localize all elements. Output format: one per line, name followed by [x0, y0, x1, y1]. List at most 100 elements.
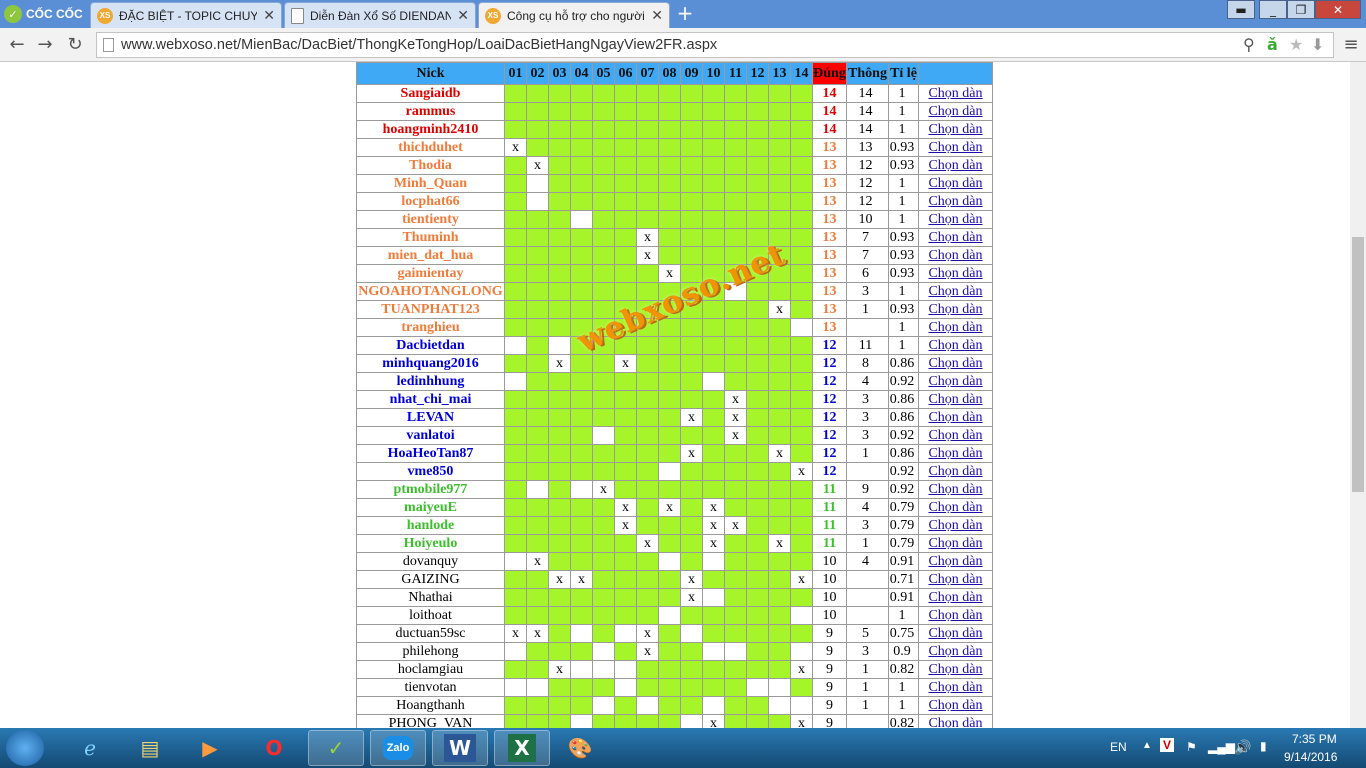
hit-cell — [614, 696, 637, 715]
vertical-scrollbar[interactable] — [1350, 62, 1366, 728]
chon-dan-link[interactable]: Chọn dàn — [918, 390, 993, 409]
table-row: nhat_chi_mai x 12 3 0.86 Chọn dàn — [356, 390, 993, 409]
reload-button[interactable]: ↻ — [64, 34, 86, 56]
new-tab-button[interactable]: + — [676, 3, 694, 23]
address-bar[interactable]: www.webxoso.net/MienBac/DacBiet/ThongKeT… — [96, 32, 1334, 58]
chon-dan-link[interactable]: Chọn dàn — [918, 210, 993, 229]
chon-dan-link[interactable]: Chọn dàn — [918, 228, 993, 247]
signal-icon[interactable]: ▂▄▆ — [1208, 740, 1235, 754]
chon-dan-link[interactable]: Chọn dàn — [918, 102, 993, 121]
chon-dan-link[interactable]: Chọn dàn — [918, 354, 993, 373]
start-button[interactable] — [6, 730, 44, 766]
table-row: tranghieu 13 1 Chọn dàn — [356, 318, 993, 337]
chon-dan-link[interactable]: Chọn dàn — [918, 282, 993, 301]
forward-button[interactable]: → — [34, 34, 56, 56]
chon-dan-link[interactable]: Chọn dàn — [918, 624, 993, 643]
ie-icon[interactable]: ℯ — [62, 730, 118, 766]
chon-dan-link[interactable]: Chọn dàn — [918, 534, 993, 553]
chon-dan-link[interactable]: Chọn dàn — [918, 300, 993, 319]
battery-icon[interactable]: ▮ — [1260, 739, 1267, 753]
chon-dan-link[interactable]: Chọn dàn — [918, 570, 993, 589]
chon-dan-link[interactable]: Chọn dàn — [918, 696, 993, 715]
minimize-button[interactable]: _ — [1259, 0, 1287, 19]
hit-cell — [592, 624, 615, 643]
menu-icon[interactable]: ≡ — [1340, 34, 1362, 56]
hit-cell — [702, 678, 725, 697]
chon-dan-link[interactable]: Chọn dàn — [918, 714, 993, 728]
chon-dan-link[interactable]: Chọn dàn — [918, 408, 993, 427]
chon-dan-link[interactable]: Chọn dàn — [918, 120, 993, 139]
nick-cell: tienvotan — [356, 678, 505, 697]
chon-dan-link[interactable]: Chọn dàn — [918, 426, 993, 445]
tab-dac-biet[interactable]: XS ĐẶC BIỆT - TOPIC CHUYÊN ✕ — [90, 2, 282, 28]
chon-dan-link[interactable]: Chọn dàn — [918, 498, 993, 517]
file-explorer-icon[interactable]: ▤ — [122, 730, 178, 766]
antivirus-icon[interactable]: V — [1160, 738, 1175, 752]
coccoc-logo[interactable]: ✓ CỐC CỐC — [0, 0, 88, 28]
thong-cell: 7 — [846, 228, 889, 247]
hit-cell — [614, 192, 637, 211]
close-icon[interactable]: ✕ — [263, 7, 275, 24]
thong-cell: 4 — [846, 498, 889, 517]
scrollbar-thumb[interactable] — [1352, 237, 1364, 492]
chon-dan-link[interactable]: Chọn dàn — [918, 516, 993, 535]
chon-dan-link[interactable]: Chọn dàn — [918, 678, 993, 697]
chon-dan-link[interactable]: Chọn dàn — [918, 444, 993, 463]
tile-cell: 0.9 — [888, 642, 919, 661]
download-icon[interactable]: ⬇ — [1311, 35, 1324, 54]
chon-dan-link[interactable]: Chọn dàn — [918, 552, 993, 571]
chon-dan-link[interactable]: Chọn dàn — [918, 642, 993, 661]
zalo-icon[interactable]: Zalo — [370, 730, 426, 766]
flag-icon[interactable]: ⚑ — [1186, 740, 1197, 754]
chon-dan-link[interactable]: Chọn dàn — [918, 318, 993, 337]
star-icon[interactable]: ★ — [1289, 35, 1303, 54]
chon-dan-link[interactable]: Chọn dàn — [918, 372, 993, 391]
excel-icon[interactable]: X — [494, 730, 550, 766]
hit-cell — [526, 498, 549, 517]
media-player-icon[interactable]: ▶ — [182, 730, 238, 766]
word-icon[interactable]: W — [432, 730, 488, 766]
header-thong: Thông — [846, 62, 889, 85]
hit-cell — [702, 192, 725, 211]
paint-icon[interactable]: 🎨 — [552, 730, 608, 766]
hit-cell — [570, 282, 593, 301]
hit-cell — [504, 282, 527, 301]
show-hidden-icons[interactable]: ▲ — [1142, 740, 1152, 751]
tab-cong-cu[interactable]: XS Công cụ hỗ trợ cho người ✕ — [478, 2, 670, 28]
dung-cell: 12 — [812, 408, 847, 427]
hit-cell — [702, 318, 725, 337]
tab-dien-dan[interactable]: Diễn Đàn Xổ Số DIENDAN ✕ — [284, 2, 476, 28]
chon-dan-link[interactable]: Chọn dàn — [918, 138, 993, 157]
chon-dan-link[interactable]: Chọn dàn — [918, 264, 993, 283]
chon-dan-link[interactable]: Chọn dàn — [918, 246, 993, 265]
chon-dan-link[interactable]: Chọn dàn — [918, 462, 993, 481]
chon-dan-link[interactable]: Chọn dàn — [918, 588, 993, 607]
chon-dan-link[interactable]: Chọn dàn — [918, 336, 993, 355]
clock-time[interactable]: 7:35 PM — [1292, 732, 1337, 746]
chon-dan-link[interactable]: Chọn dàn — [918, 606, 993, 625]
profile-button[interactable]: ▬ — [1227, 0, 1255, 19]
close-icon[interactable]: ✕ — [651, 7, 663, 24]
miss-cell: x — [768, 444, 791, 463]
volume-icon[interactable]: 🔊 — [1234, 739, 1251, 756]
chon-dan-link[interactable]: Chọn dàn — [918, 192, 993, 211]
hit-cell — [548, 300, 571, 319]
translate-icon[interactable]: ǎ — [1267, 35, 1278, 54]
close-window-button[interactable]: ✕ — [1315, 0, 1361, 19]
coccoc-icon[interactable]: ✓ — [308, 730, 364, 766]
chon-dan-link[interactable]: Chọn dàn — [918, 660, 993, 679]
chon-dan-link[interactable]: Chọn dàn — [918, 84, 993, 103]
close-icon[interactable]: ✕ — [457, 7, 469, 24]
chon-dan-link[interactable]: Chọn dàn — [918, 174, 993, 193]
chon-dan-link[interactable]: Chọn dàn — [918, 480, 993, 499]
hit-cell — [702, 444, 725, 463]
hit-cell — [724, 444, 747, 463]
maximize-button[interactable]: ❐ — [1287, 0, 1315, 19]
search-icon[interactable]: ⚲ — [1243, 35, 1255, 54]
chon-dan-link[interactable]: Chọn dàn — [918, 156, 993, 175]
hit-cell — [614, 246, 637, 265]
back-button[interactable]: ← — [6, 34, 28, 56]
language-indicator[interactable]: EN — [1110, 740, 1127, 754]
clock-date[interactable]: 9/14/2016 — [1284, 750, 1337, 764]
opera-icon[interactable]: O — [246, 730, 302, 766]
